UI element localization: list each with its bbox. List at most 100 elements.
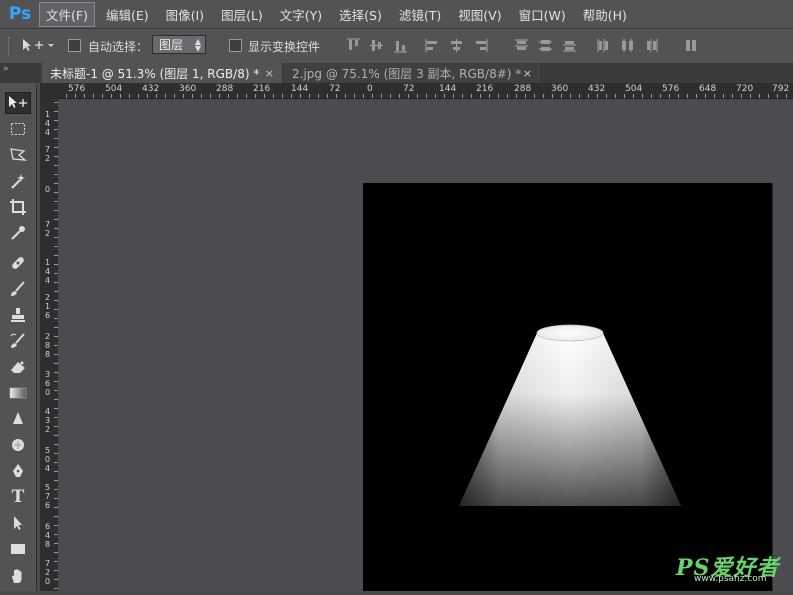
healing-brush-tool[interactable] bbox=[5, 252, 31, 274]
options-bar-grip[interactable] bbox=[8, 37, 11, 55]
clone-stamp-tool[interactable] bbox=[5, 304, 31, 326]
align-horizontal-center-icon[interactable] bbox=[449, 38, 464, 53]
eyedropper-icon bbox=[11, 226, 25, 240]
menu-layer[interactable]: 图层(L) bbox=[215, 3, 269, 26]
ruler-label: 216 bbox=[253, 84, 271, 94]
menu-edit[interactable]: 编辑(E) bbox=[100, 3, 155, 26]
vertical-ruler[interactable]: 144 72 0 72 144 216 288 360 432 504 576 … bbox=[40, 98, 59, 591]
ruler-label: 360 bbox=[179, 84, 197, 94]
path-selection-icon bbox=[14, 516, 22, 530]
auto-select-label: 自动选择： bbox=[88, 40, 149, 54]
ruler-origin[interactable] bbox=[40, 83, 58, 98]
move-tool-icon bbox=[23, 39, 54, 51]
history-brush-tool[interactable] bbox=[5, 330, 31, 352]
ruler-label: 576 bbox=[662, 84, 680, 94]
menu-view[interactable]: 视图(V) bbox=[452, 3, 507, 26]
show-transform-checkbox[interactable] bbox=[229, 39, 242, 52]
crop-tool[interactable] bbox=[5, 196, 31, 218]
ruler-label: 360 bbox=[44, 370, 51, 397]
auto-select-checkbox[interactable] bbox=[68, 39, 81, 52]
ruler-label: 288 bbox=[216, 84, 234, 94]
pen-tool-icon bbox=[13, 464, 23, 477]
marquee-tool[interactable] bbox=[5, 118, 31, 140]
document-canvas[interactable] bbox=[363, 183, 773, 591]
ruler-label: 576 bbox=[68, 84, 86, 94]
ruler-label: 216 bbox=[476, 84, 494, 94]
type-tool[interactable]: T bbox=[5, 486, 31, 508]
ruler-label: 288 bbox=[514, 84, 532, 94]
move-tool[interactable] bbox=[5, 92, 31, 114]
rectangle-tool[interactable] bbox=[5, 538, 31, 560]
align-vertical-center-icon[interactable] bbox=[369, 38, 384, 53]
menu-image[interactable]: 图像(I) bbox=[160, 3, 210, 26]
options-bar: 自动选择： 图层 ▲ ▼ 显示变换控件 bbox=[0, 28, 793, 64]
menu-bar: Ps 文件(F) 编辑(E) 图像(I) 图层(L) 文字(Y) 选择(S) 滤… bbox=[0, 0, 793, 28]
lasso-tool[interactable] bbox=[5, 144, 31, 166]
collapse-panels-icon[interactable]: » bbox=[3, 64, 9, 74]
menu-select[interactable]: 选择(S) bbox=[333, 3, 388, 26]
menu-type[interactable]: 文字(Y) bbox=[274, 3, 328, 26]
ruler-label: 504 bbox=[44, 446, 51, 473]
ruler-label: 504 bbox=[625, 84, 643, 94]
ruler-label: 432 bbox=[588, 84, 606, 94]
align-top-icon[interactable] bbox=[346, 38, 361, 53]
ruler-label: 288 bbox=[44, 332, 51, 359]
dodge-tool-icon bbox=[12, 439, 24, 451]
tools-panel: T bbox=[0, 83, 37, 591]
tab-document-2[interactable]: 2.jpg @ 75.1% (图层 3 副本, RGB/8#) * × bbox=[284, 63, 540, 83]
ruler-label: 792 bbox=[772, 84, 790, 94]
auto-align-layers-icon[interactable] bbox=[684, 38, 699, 53]
ruler-label: 0 bbox=[367, 84, 373, 94]
ruler-label: 648 bbox=[44, 522, 51, 549]
tab-label: 2.jpg @ 75.1% (图层 3 副本, RGB/8#) * bbox=[292, 66, 522, 81]
pen-tool[interactable] bbox=[5, 460, 31, 482]
magic-wand-tool[interactable] bbox=[5, 170, 31, 192]
auto-select-dropdown[interactable]: 图层 ▲ ▼ bbox=[152, 35, 206, 54]
gradient-tool[interactable] bbox=[5, 382, 31, 404]
eyedropper-tool[interactable] bbox=[5, 222, 31, 244]
dodge-tool[interactable] bbox=[5, 434, 31, 456]
ruler-label: 648 bbox=[699, 84, 717, 94]
distribute-left-icon[interactable] bbox=[596, 38, 611, 53]
path-selection-tool[interactable] bbox=[5, 512, 31, 534]
align-right-icon[interactable] bbox=[473, 38, 488, 53]
ruler-label: 144 bbox=[44, 110, 51, 137]
ruler-label: 360 bbox=[551, 84, 569, 94]
ruler-label: 216 bbox=[44, 293, 51, 320]
close-icon[interactable]: × bbox=[523, 67, 532, 80]
ruler-label: 0 bbox=[44, 185, 51, 194]
ruler-label: 144 bbox=[291, 84, 309, 94]
distribute-horizontal-center-icon[interactable] bbox=[620, 38, 635, 53]
ruler-label: 144 bbox=[44, 258, 51, 285]
align-left-icon[interactable] bbox=[425, 38, 440, 53]
menu-filter[interactable]: 滤镜(T) bbox=[393, 3, 447, 26]
ruler-label: 576 bbox=[44, 483, 51, 510]
eraser-tool[interactable] bbox=[5, 356, 31, 378]
distribute-bottom-icon[interactable] bbox=[562, 38, 577, 53]
close-icon[interactable]: × bbox=[265, 67, 274, 80]
ruler-label: 504 bbox=[105, 84, 123, 94]
menu-help[interactable]: 帮助(H) bbox=[577, 3, 633, 26]
hand-tool[interactable] bbox=[5, 565, 31, 587]
tab-document-1[interactable]: 未标题-1 @ 51.3% (图层 1, RGB/8) * × bbox=[42, 63, 282, 83]
ruler-label: 720 bbox=[736, 84, 754, 94]
healing-brush-icon bbox=[12, 257, 24, 269]
distribute-right-icon[interactable] bbox=[644, 38, 659, 53]
brush-tool[interactable] bbox=[5, 278, 31, 300]
distribute-vertical-center-icon[interactable] bbox=[538, 38, 553, 53]
distribute-top-icon[interactable] bbox=[514, 38, 529, 53]
magic-wand-icon bbox=[11, 174, 25, 189]
hand-tool-icon bbox=[12, 569, 22, 583]
blur-tool[interactable] bbox=[5, 408, 31, 430]
ruler-ticks bbox=[58, 83, 793, 98]
ruler-label: 432 bbox=[44, 407, 51, 434]
tool-preset-picker[interactable] bbox=[20, 37, 54, 57]
menu-window[interactable]: 窗口(W) bbox=[513, 3, 572, 26]
horizontal-ruler[interactable]: 576 504 432 360 288 216 144 72 0 72 144 … bbox=[58, 83, 793, 99]
align-bottom-icon[interactable] bbox=[393, 38, 408, 53]
ruler-label: 432 bbox=[142, 84, 160, 94]
ruler-label: 72 bbox=[403, 84, 415, 94]
menu-file[interactable]: 文件(F) bbox=[39, 1, 95, 27]
ruler-label: 144 bbox=[439, 84, 457, 94]
type-tool-icon: T bbox=[11, 487, 25, 507]
